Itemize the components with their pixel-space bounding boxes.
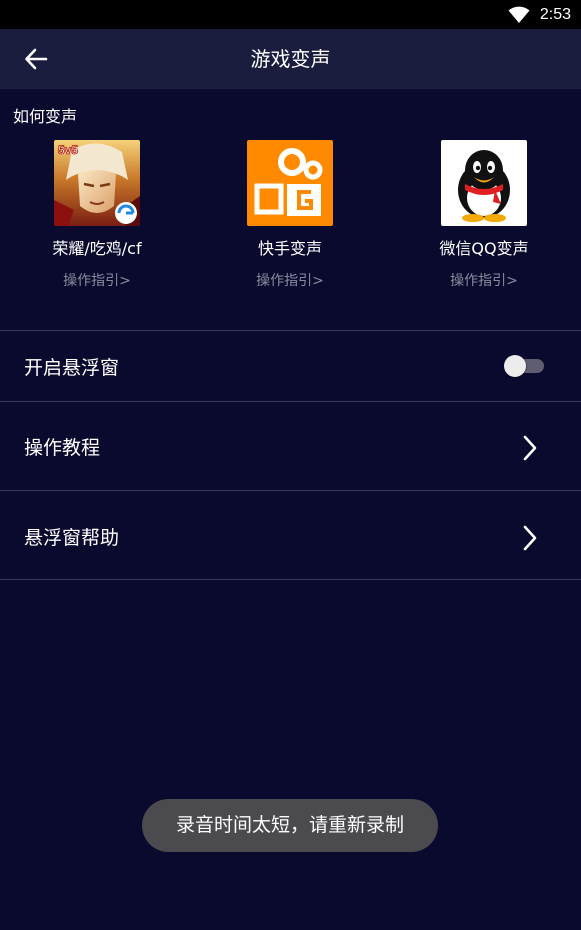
honor-of-kings-icon: 5v5 <box>54 140 140 226</box>
guide-link[interactable]: 操作指引> <box>210 271 370 291</box>
wifi-icon <box>508 6 530 23</box>
chevron-right-icon <box>523 435 537 461</box>
page-title: 游戏变声 <box>250 47 331 71</box>
app-item-honor[interactable]: 5v5 荣耀/吃鸡/cf 操作指引> <box>17 140 177 291</box>
status-bar: 2:53 <box>0 0 581 29</box>
app-name: 微信QQ变声 <box>439 239 529 258</box>
guide-link[interactable]: 操作指引> <box>17 271 177 291</box>
tutorial-label: 操作教程 <box>24 437 101 459</box>
section-label: 如何变声 <box>13 107 78 126</box>
toast-message: 录音时间太短，请重新录制 <box>142 799 438 852</box>
app-name: 快手变声 <box>257 239 322 258</box>
chevron-right-icon <box>523 525 537 551</box>
toggle-knob <box>504 355 526 377</box>
tutorial-row[interactable]: 操作教程 <box>0 402 581 490</box>
app-item-kuaishou[interactable]: 快手变声 操作指引> <box>210 140 370 291</box>
app-name: 荣耀/吃鸡/cf <box>52 239 142 258</box>
floating-help-row[interactable]: 悬浮窗帮助 <box>0 491 581 579</box>
svg-text:5v5: 5v5 <box>58 143 78 157</box>
app-grid: 5v5 荣耀/吃鸡/cf 操作指引> 快手变声 操作指引> 微信QQ变声 操作指… <box>0 140 581 310</box>
floating-window-row[interactable]: 开启悬浮窗 <box>0 331 581 401</box>
status-time: 2:53 <box>539 5 571 23</box>
floating-window-toggle[interactable] <box>504 355 544 377</box>
kuaishou-icon <box>247 140 333 226</box>
guide-link[interactable]: 操作指引> <box>404 271 564 291</box>
qq-penguin-icon <box>441 140 527 226</box>
floating-help-label: 悬浮窗帮助 <box>24 527 120 549</box>
divider <box>0 579 581 580</box>
app-item-qq[interactable]: 微信QQ变声 操作指引> <box>404 140 564 291</box>
floating-window-label: 开启悬浮窗 <box>24 357 120 379</box>
app-bar: 游戏变声 <box>0 29 581 89</box>
